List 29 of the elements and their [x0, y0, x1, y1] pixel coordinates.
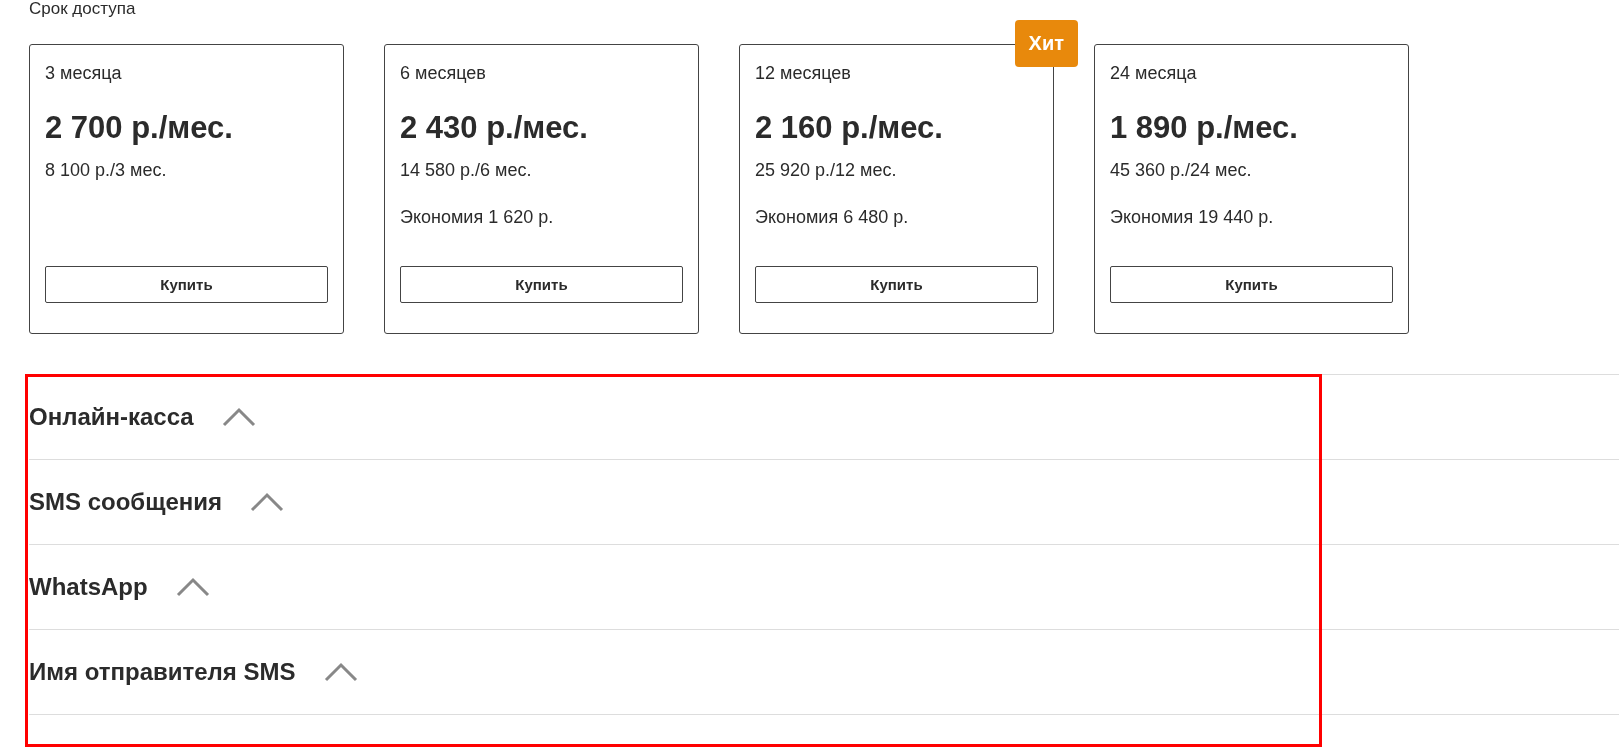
plan-price: 2 700 р./мес.	[45, 110, 234, 146]
chevron-up-icon[interactable]	[175, 577, 210, 597]
chevron-up-icon[interactable]	[221, 407, 256, 427]
plan-period: 6 месяцев	[400, 63, 487, 84]
plan-total: 14 580 р./6 мес.	[400, 160, 533, 181]
hit-badge: Хит	[1014, 20, 1078, 67]
accordion-title[interactable]: Имя отправителя SMS	[29, 658, 296, 686]
plan-price: 1 890 р./мес.	[1110, 110, 1299, 146]
plan-savings: Экономия 6 480 р.	[755, 207, 910, 228]
plan-total: 45 360 р./24 мес.	[1110, 160, 1253, 181]
accordion-title[interactable]: Онлайн-касса	[29, 403, 194, 431]
buy-button[interactable]: Купить	[755, 266, 1038, 303]
plan-period: 3 месяца	[45, 63, 123, 84]
plan-price: 2 430 р./мес.	[400, 110, 589, 146]
chevron-up-icon[interactable]	[323, 662, 358, 682]
chevron-up-icon[interactable]	[250, 492, 285, 512]
buy-button[interactable]: Купить	[400, 266, 683, 303]
plan-price: 2 160 р./мес.	[755, 110, 944, 146]
plan-total: 25 920 р./12 мес.	[755, 160, 898, 181]
accordion-title[interactable]: SMS сообщения	[29, 488, 223, 516]
plan-total: 8 100 р./3 мес.	[45, 160, 168, 181]
accordion-title[interactable]: WhatsApp	[29, 573, 148, 601]
buy-button[interactable]: Купить	[45, 266, 328, 303]
section-title: Срок доступа	[29, 0, 137, 20]
plan-savings: Экономия 1 620 р.	[400, 207, 555, 228]
plan-savings: Экономия 19 440 р.	[1110, 207, 1275, 228]
buy-button[interactable]: Купить	[1110, 266, 1393, 303]
plan-period: 12 месяцев	[755, 63, 852, 84]
plan-period: 24 месяца	[1110, 63, 1198, 84]
